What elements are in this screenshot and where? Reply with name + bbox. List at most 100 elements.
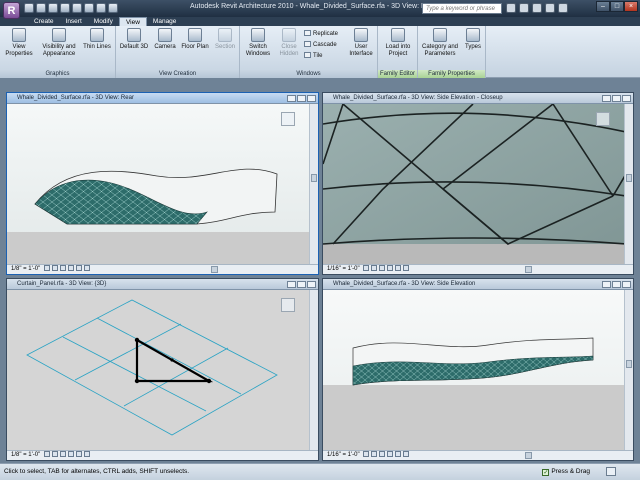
maximize-button[interactable]: □	[610, 1, 624, 12]
show-crop-icon[interactable]	[75, 451, 82, 457]
vertical-scrollbar[interactable]	[624, 290, 633, 450]
show-crop-icon[interactable]	[395, 265, 402, 271]
switch-windows-button[interactable]: Switch Windows	[242, 28, 274, 58]
shadows-icon[interactable]	[59, 451, 66, 457]
types-button[interactable]: Types	[462, 28, 484, 51]
load-into-project-button[interactable]: Load into Project	[381, 28, 415, 58]
viewcube-icon[interactable]	[281, 112, 295, 126]
shadows-icon[interactable]	[379, 265, 386, 271]
crop-region-icon[interactable]	[387, 265, 394, 271]
view-canvas[interactable]	[323, 104, 624, 264]
filter-icon[interactable]	[606, 467, 616, 476]
view-close-button[interactable]	[307, 281, 316, 288]
detail-level-icon[interactable]	[43, 265, 50, 271]
temporary-hide-icon[interactable]	[403, 265, 410, 271]
close-hidden-button[interactable]: Close Hidden	[276, 28, 302, 58]
tab-modify[interactable]: Modify	[88, 17, 119, 26]
show-crop-icon[interactable]	[395, 451, 402, 457]
crop-region-icon[interactable]	[67, 451, 74, 457]
viewcube-icon[interactable]	[281, 298, 295, 312]
view-window-side-closeup[interactable]: Whale_Divided_Surface.rfa - 3D View: Sid…	[322, 92, 634, 275]
view-window-side-elevation[interactable]: Whale_Divided_Surface.rfa - 3D View: Sid…	[322, 278, 634, 461]
view-canvas[interactable]	[7, 104, 309, 264]
redo-icon[interactable]	[60, 3, 70, 13]
temporary-hide-icon[interactable]	[83, 451, 90, 457]
view-minimize-button[interactable]	[602, 95, 611, 102]
search-icon[interactable]	[506, 3, 516, 13]
text-icon[interactable]	[84, 3, 94, 13]
show-crop-icon[interactable]	[75, 265, 82, 271]
view-restore-button[interactable]	[612, 95, 621, 102]
visual-style-icon[interactable]	[51, 265, 58, 271]
tab-view[interactable]: View	[118, 17, 147, 26]
application-menu-button[interactable]: R	[3, 2, 20, 19]
vertical-scrollbar[interactable]	[309, 290, 318, 450]
temporary-hide-icon[interactable]	[83, 265, 90, 271]
section-button[interactable]: Section	[212, 28, 238, 51]
view-scale[interactable]: 1/16" = 1'-0"	[327, 266, 360, 272]
view-restore-button[interactable]	[297, 95, 306, 102]
subscription-icon[interactable]	[519, 3, 529, 13]
viewcube-icon[interactable]	[596, 112, 610, 126]
category-parameters-button[interactable]: Category and Parameters	[420, 28, 460, 58]
visibility-appearance-button[interactable]: Visibility and Appearance	[40, 28, 78, 58]
measure-icon[interactable]	[72, 3, 82, 13]
horizontal-scroll-thumb[interactable]	[211, 266, 218, 273]
search-input[interactable]: Type a keyword or phrase	[422, 3, 502, 14]
save-icon[interactable]	[36, 3, 46, 13]
shadows-icon[interactable]	[379, 451, 386, 457]
horizontal-scroll-thumb[interactable]	[525, 266, 532, 273]
default-3d-icon[interactable]	[96, 3, 106, 13]
visual-style-icon[interactable]	[51, 451, 58, 457]
tab-create[interactable]: Create	[28, 17, 60, 26]
view-restore-button[interactable]	[612, 281, 621, 288]
view-scale[interactable]: 1/8" = 1'-0"	[11, 452, 40, 458]
help-icon[interactable]	[558, 3, 568, 13]
view-window-curtain-panel[interactable]: Curtain_Panel.rfa - 3D View: {3D} 1/8" =…	[6, 278, 319, 461]
vertical-scrollbar[interactable]	[624, 104, 633, 264]
thin-lines-button[interactable]: Thin Lines	[82, 28, 112, 51]
temporary-hide-icon[interactable]	[403, 451, 410, 457]
cascade-button[interactable]: Cascade	[304, 41, 337, 49]
view-window-rear[interactable]: Whale_Divided_Surface.rfa - 3D View: Rea…	[6, 92, 319, 275]
tile-button[interactable]: Tile	[304, 52, 322, 60]
visual-style-icon[interactable]	[371, 451, 378, 457]
view-close-button[interactable]	[622, 281, 631, 288]
communication-icon[interactable]	[532, 3, 542, 13]
crop-region-icon[interactable]	[67, 265, 74, 271]
shadows-icon[interactable]	[59, 265, 66, 271]
checkbox-icon[interactable]: ✓	[542, 469, 550, 476]
tab-insert[interactable]: Insert	[60, 17, 88, 26]
view-scale[interactable]: 1/16" = 1'-0"	[327, 452, 360, 458]
visual-style-icon[interactable]	[371, 265, 378, 271]
replicate-button[interactable]: Replicate	[304, 30, 338, 38]
floor-plan-button[interactable]: Floor Plan	[180, 28, 210, 51]
view-canvas[interactable]	[7, 290, 309, 450]
press-drag-toggle[interactable]: ✓ Press & Drag	[542, 467, 590, 476]
view-minimize-button[interactable]	[602, 281, 611, 288]
view-scale[interactable]: 1/8" = 1'-0"	[11, 266, 40, 272]
view-close-button[interactable]	[307, 95, 316, 102]
detail-level-icon[interactable]	[43, 451, 50, 457]
horizontal-scroll-thumb[interactable]	[525, 452, 532, 459]
view-properties-button[interactable]: View Properties	[4, 28, 34, 58]
vertical-scrollbar[interactable]	[309, 104, 318, 264]
user-interface-button[interactable]: User Interface	[346, 28, 376, 58]
open-icon[interactable]	[24, 3, 34, 13]
view-canvas[interactable]	[323, 290, 624, 450]
detail-level-icon[interactable]	[363, 451, 370, 457]
undo-icon[interactable]	[48, 3, 58, 13]
favorites-icon[interactable]	[545, 3, 555, 13]
view-minimize-button[interactable]	[287, 95, 296, 102]
view-minimize-button[interactable]	[287, 281, 296, 288]
default-3d-button[interactable]: Default 3D	[118, 28, 150, 51]
view-close-button[interactable]	[622, 95, 631, 102]
tab-manage[interactable]: Manage	[147, 17, 183, 26]
minimize-button[interactable]: –	[596, 1, 610, 12]
camera-button[interactable]: Camera	[152, 28, 178, 51]
sync-icon[interactable]	[108, 3, 118, 13]
view-restore-button[interactable]	[297, 281, 306, 288]
crop-region-icon[interactable]	[387, 451, 394, 457]
detail-level-icon[interactable]	[363, 265, 370, 271]
close-button[interactable]: ×	[624, 1, 638, 12]
